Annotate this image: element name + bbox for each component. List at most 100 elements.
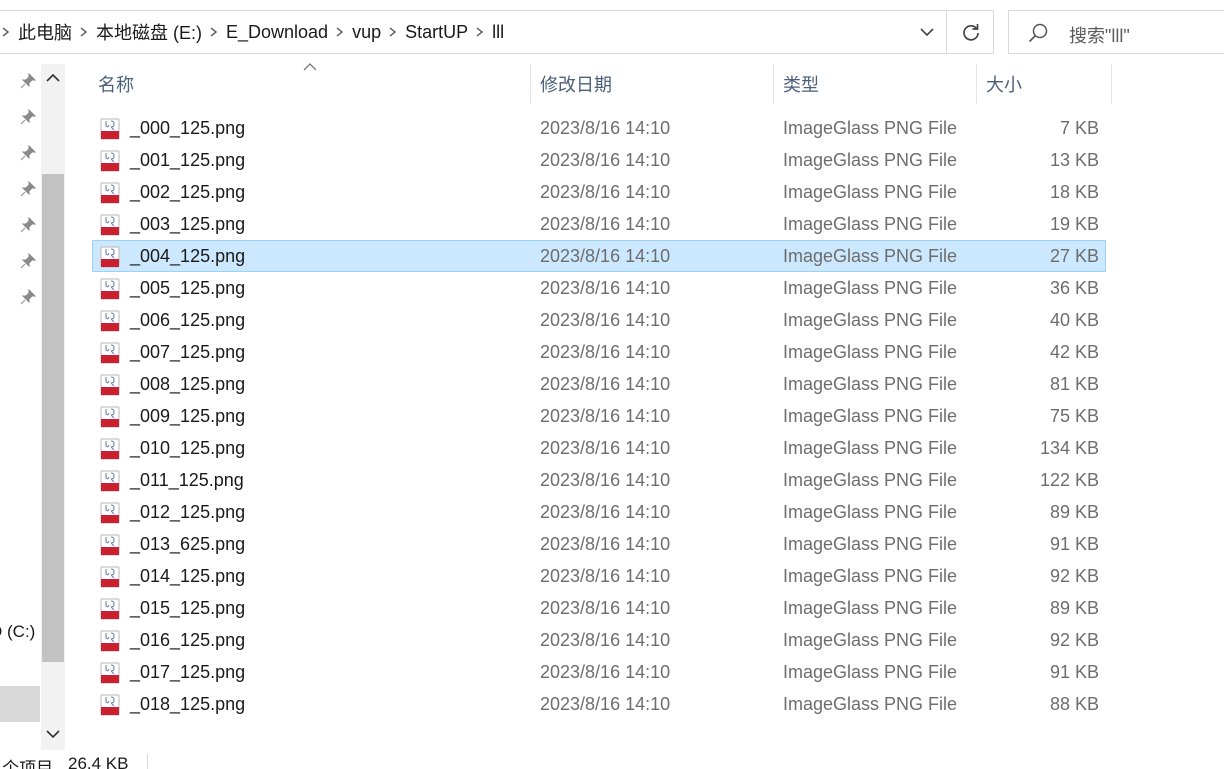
file-row[interactable]: _003_125.png 2023/8/16 14:10 ImageGlass PN… bbox=[92, 208, 1106, 240]
pin-icon[interactable] bbox=[19, 108, 37, 126]
file-modified-date: 2023/8/16 14:10 bbox=[540, 309, 671, 330]
scroll-up-button[interactable] bbox=[41, 66, 65, 90]
column-header-type[interactable]: 类型 bbox=[774, 64, 976, 104]
column-divider[interactable] bbox=[1111, 64, 1112, 104]
file-row[interactable]: _012_125.png 2023/8/16 14:10 ImageGlass PN… bbox=[92, 496, 1106, 528]
chevron-right-icon[interactable] bbox=[473, 11, 487, 53]
toolbar: 此电脑 本地磁盘 (E:) E_Download vup StartUP lll bbox=[0, 0, 1224, 64]
column-header-size[interactable]: 大小 bbox=[977, 64, 1111, 104]
file-type: ImageGlass PNG File bbox=[783, 437, 958, 458]
imageglass-png-icon bbox=[99, 342, 121, 364]
column-header-date[interactable]: 修改日期 bbox=[531, 64, 773, 104]
file-row[interactable]: _004_125.png 2023/8/16 14:10 ImageGlass PN… bbox=[92, 240, 1106, 272]
file-size: 81 KB bbox=[1049, 373, 1099, 394]
file-type: ImageGlass PNG File bbox=[783, 533, 958, 554]
file-row[interactable]: _014_125.png 2023/8/16 14:10 ImageGlass PN… bbox=[92, 560, 1106, 592]
search-box[interactable]: 搜索"lll" bbox=[1008, 10, 1224, 54]
file-name: _008_125.png bbox=[130, 373, 246, 394]
file-name: _013_625.png bbox=[130, 533, 246, 554]
imageglass-png-icon bbox=[99, 406, 121, 428]
file-row[interactable]: _013_625.png 2023/8/16 14:10 ImageGlass PN… bbox=[92, 528, 1106, 560]
search-input[interactable]: 搜索"lll" bbox=[1069, 22, 1130, 48]
chevron-right-icon[interactable] bbox=[77, 11, 91, 53]
nav-item-selected[interactable] bbox=[0, 686, 40, 722]
nav-scrollbar-thumb[interactable] bbox=[42, 174, 64, 662]
divider bbox=[147, 754, 148, 769]
file-modified-date: 2023/8/16 14:10 bbox=[540, 277, 671, 298]
refresh-button[interactable] bbox=[949, 11, 993, 53]
chevron-right-icon[interactable] bbox=[333, 11, 347, 53]
file-modified-date: 2023/8/16 14:10 bbox=[540, 405, 671, 426]
pin-icon[interactable] bbox=[19, 216, 37, 234]
file-size: 122 KB bbox=[1039, 469, 1099, 490]
breadcrumb-item-startup[interactable]: StartUP bbox=[400, 22, 473, 43]
breadcrumb-item-lll[interactable]: lll bbox=[487, 22, 509, 43]
file-row[interactable]: _009_125.png 2023/8/16 14:10 ImageGlass PN… bbox=[92, 400, 1106, 432]
file-row[interactable]: _007_125.png 2023/8/16 14:10 ImageGlass PN… bbox=[92, 336, 1106, 368]
file-size: 134 KB bbox=[1039, 437, 1099, 458]
file-type: ImageGlass PNG File bbox=[783, 117, 958, 138]
nav-item-drive-c[interactable]: D (C:) bbox=[0, 622, 35, 642]
file-row[interactable]: _011_125.png 2023/8/16 14:10 ImageGlass PN… bbox=[92, 464, 1106, 496]
imageglass-png-icon bbox=[99, 310, 121, 332]
file-size: 75 KB bbox=[1049, 405, 1099, 426]
file-row[interactable]: _008_125.png 2023/8/16 14:10 ImageGlass PN… bbox=[92, 368, 1106, 400]
imageglass-png-icon bbox=[99, 662, 121, 684]
file-modified-date: 2023/8/16 14:10 bbox=[540, 565, 671, 586]
pin-icon[interactable] bbox=[19, 72, 37, 90]
scroll-down-button[interactable] bbox=[41, 722, 65, 746]
file-size: 91 KB bbox=[1049, 533, 1099, 554]
file-size: 18 KB bbox=[1049, 181, 1099, 202]
column-headers: 名称 修改日期 类型 大小 bbox=[66, 63, 1116, 104]
chevron-right-icon[interactable] bbox=[207, 11, 221, 53]
chevron-right-icon[interactable] bbox=[386, 11, 400, 53]
address-bar[interactable]: 此电脑 本地磁盘 (E:) E_Download vup StartUP lll bbox=[0, 10, 994, 54]
breadcrumb-item-drive-e[interactable]: 本地磁盘 (E:) bbox=[91, 19, 207, 45]
file-name: _010_125.png bbox=[130, 437, 246, 458]
file-modified-date: 2023/8/16 14:10 bbox=[540, 661, 671, 682]
search-icon bbox=[1028, 23, 1048, 43]
file-type: ImageGlass PNG File bbox=[783, 405, 958, 426]
file-type: ImageGlass PNG File bbox=[783, 309, 958, 330]
file-type: ImageGlass PNG File bbox=[783, 661, 958, 682]
imageglass-png-icon bbox=[99, 374, 121, 396]
file-modified-date: 2023/8/16 14:10 bbox=[540, 181, 671, 202]
imageglass-png-icon bbox=[99, 470, 121, 492]
file-row[interactable]: _005_125.png 2023/8/16 14:10 ImageGlass PN… bbox=[92, 272, 1106, 304]
file-name: _001_125.png bbox=[130, 149, 246, 170]
column-header-name[interactable]: 名称 bbox=[66, 64, 530, 104]
pin-icon[interactable] bbox=[19, 180, 37, 198]
file-row[interactable]: _015_125.png 2023/8/16 14:10 ImageGlass PN… bbox=[92, 592, 1106, 624]
file-row[interactable]: _002_125.png 2023/8/16 14:10 ImageGlass PN… bbox=[92, 176, 1106, 208]
status-item-count: 1 个项目 bbox=[0, 759, 54, 769]
file-row[interactable]: _018_125.png 2023/8/16 14:10 ImageGlass PN… bbox=[92, 688, 1106, 720]
file-size: 91 KB bbox=[1049, 661, 1099, 682]
file-row[interactable]: _016_125.png 2023/8/16 14:10 ImageGlass PN… bbox=[92, 624, 1106, 656]
column-header-size-label: 大小 bbox=[986, 75, 1022, 95]
breadcrumb-item-e-download[interactable]: E_Download bbox=[221, 22, 333, 43]
file-name: _003_125.png bbox=[130, 213, 246, 234]
file-row[interactable]: _006_125.png 2023/8/16 14:10 ImageGlass PN… bbox=[92, 304, 1106, 336]
file-name: _012_125.png bbox=[130, 501, 246, 522]
breadcrumb: 此电脑 本地磁盘 (E:) E_Download vup StartUP lll bbox=[0, 11, 509, 53]
chevron-down-icon bbox=[920, 28, 934, 37]
file-modified-date: 2023/8/16 14:10 bbox=[540, 693, 671, 714]
file-type: ImageGlass PNG File bbox=[783, 245, 958, 266]
pin-icon[interactable] bbox=[19, 288, 37, 306]
imageglass-png-icon bbox=[99, 694, 121, 716]
file-size: 7 KB bbox=[1059, 117, 1099, 138]
address-history-dropdown[interactable] bbox=[909, 11, 945, 53]
breadcrumb-item-this-pc[interactable]: 此电脑 bbox=[13, 19, 77, 45]
pin-icon[interactable] bbox=[19, 252, 37, 270]
file-row[interactable]: _001_125.png 2023/8/16 14:10 ImageGlass PN… bbox=[92, 144, 1106, 176]
imageglass-png-icon bbox=[99, 214, 121, 236]
pin-icon[interactable] bbox=[19, 144, 37, 162]
chevron-right-icon[interactable] bbox=[0, 11, 13, 53]
imageglass-png-icon bbox=[99, 118, 121, 140]
file-row[interactable]: _000_125.png 2023/8/16 14:10 ImageGlass PN… bbox=[92, 112, 1106, 144]
file-modified-date: 2023/8/16 14:10 bbox=[540, 501, 671, 522]
file-row[interactable]: _010_125.png 2023/8/16 14:10 ImageGlass PN… bbox=[92, 432, 1106, 464]
breadcrumb-item-vup[interactable]: vup bbox=[347, 22, 386, 43]
file-row[interactable]: _017_125.png 2023/8/16 14:10 ImageGlass PN… bbox=[92, 656, 1106, 688]
file-size: 92 KB bbox=[1049, 565, 1099, 586]
